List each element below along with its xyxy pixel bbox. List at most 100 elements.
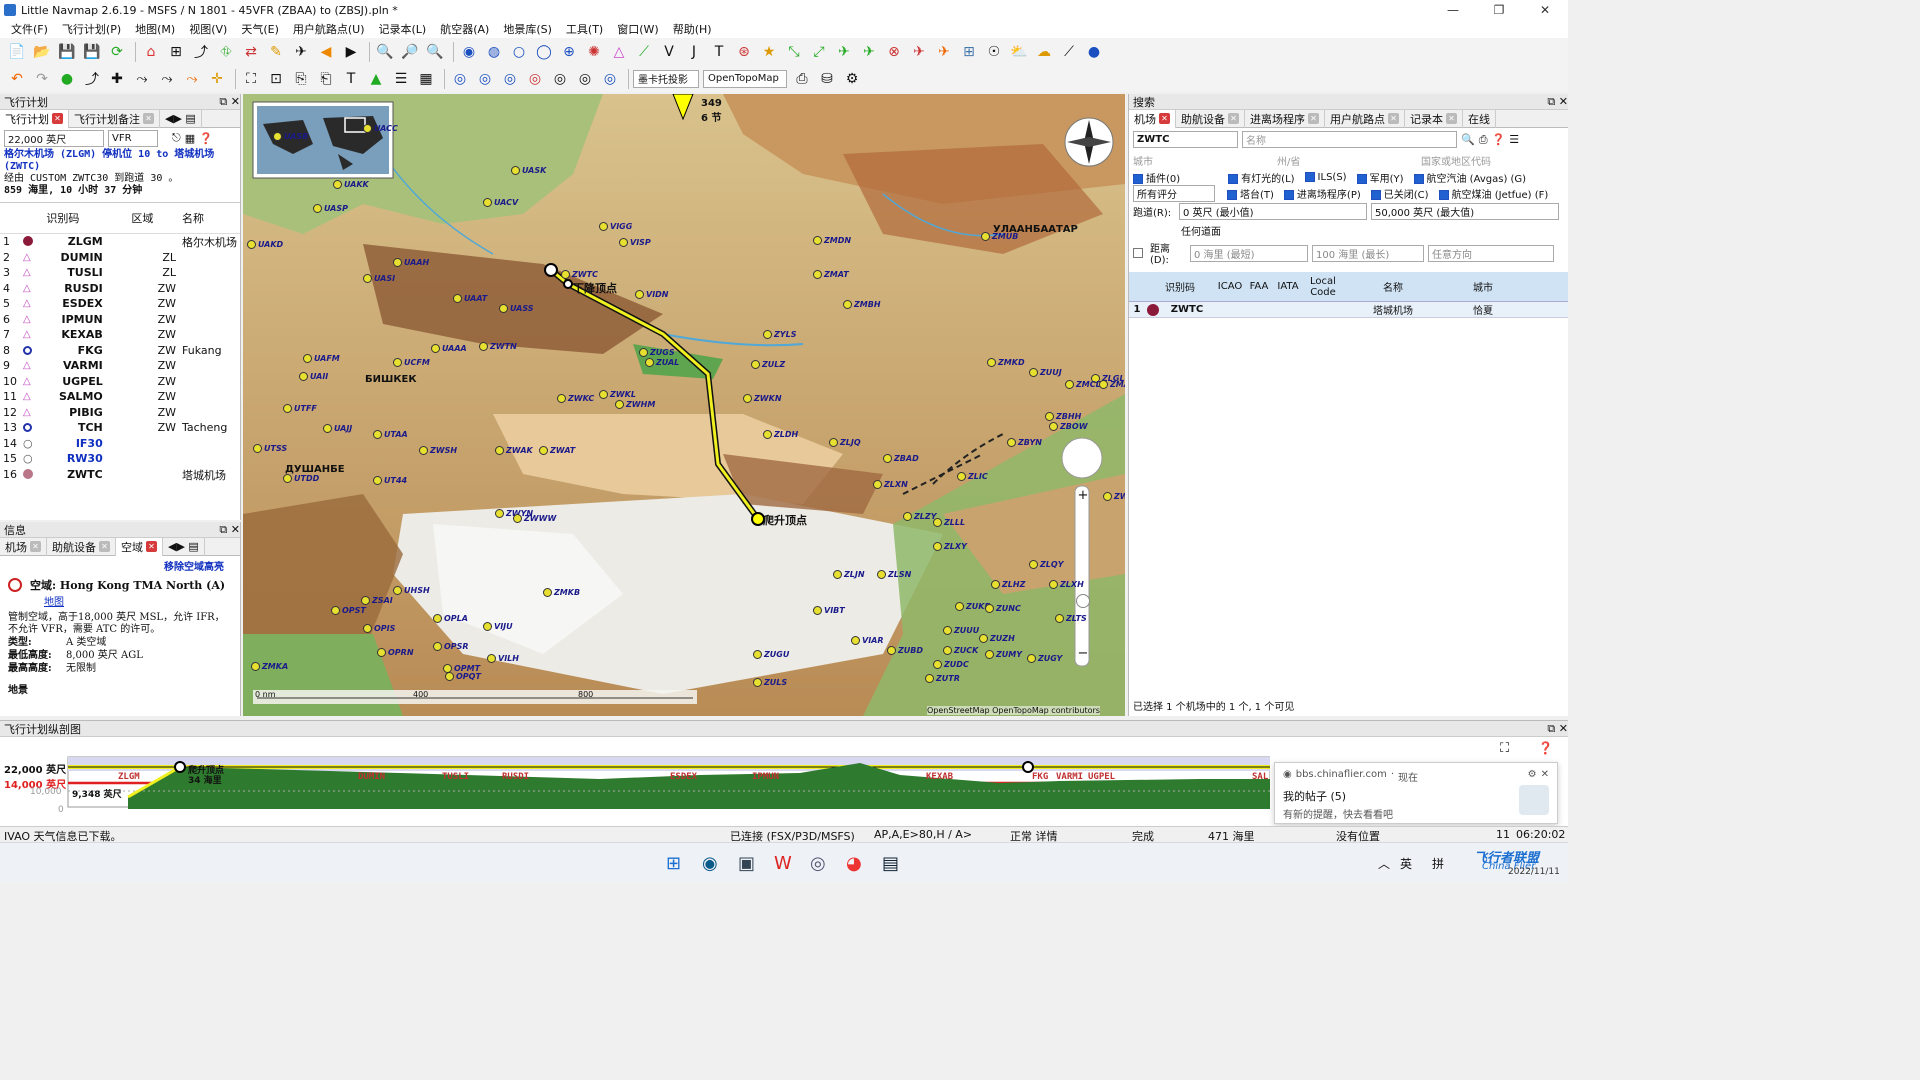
flightplan-row[interactable]: 5 △ ESDEX ZW xyxy=(0,296,240,312)
taskbar-navmap-icon[interactable]: ◎ xyxy=(810,853,826,874)
map-airport-label[interactable]: UAJJ xyxy=(323,424,352,433)
map-airport-label[interactable]: UAAH xyxy=(393,258,429,267)
map-airport-label[interactable]: ZUZH xyxy=(979,634,1015,643)
taskbar-app-2-icon[interactable]: ▣ xyxy=(738,853,755,874)
zoom-out-button[interactable]: − xyxy=(1076,646,1090,661)
map-airport-label[interactable]: UASP xyxy=(313,204,348,213)
nav-1-icon[interactable]: ◎ xyxy=(449,68,471,90)
panel-float-close-icon[interactable]: ⧉ ✕ xyxy=(219,95,240,109)
map-airport-label[interactable]: ZUNC xyxy=(985,604,1021,613)
map-airport-label[interactable]: OPLA xyxy=(433,614,468,623)
map-airport-label[interactable]: VIAR xyxy=(851,636,884,645)
menu-view[interactable]: 视图(V) xyxy=(182,21,234,37)
theme-select[interactable]: OpenTopoMap xyxy=(703,69,787,88)
profile-waypoint-label[interactable]: FKG xyxy=(1032,772,1048,782)
profile-waypoint-label[interactable]: KEXAB xyxy=(926,772,953,782)
menu-tools[interactable]: 工具(T) xyxy=(559,21,610,37)
cruise-altitude-input[interactable]: 22,000 英尺 xyxy=(4,129,104,147)
profile-waypoint-label[interactable]: ESDEX xyxy=(670,772,697,782)
waypoint-show-icon[interactable]: △ xyxy=(608,41,630,63)
home-icon[interactable]: ⌂ xyxy=(140,41,162,63)
menu-help[interactable]: 帮助(H) xyxy=(666,21,719,37)
search-filter-icon[interactable]: ⎙ xyxy=(1479,133,1488,147)
missed-approach-icon[interactable]: ⤢ xyxy=(808,41,830,63)
tab-flightplan-notes[interactable]: 飞行计划备注 ✕ xyxy=(69,109,160,128)
grid-icon[interactable]: ⊞ xyxy=(958,41,980,63)
map-airport-label[interactable]: ZLJN xyxy=(833,570,865,579)
flightplan-row[interactable]: 12 △ PIBIG ZW xyxy=(0,405,240,421)
map-airport-label[interactable]: UT44 xyxy=(373,476,407,485)
map-airport-label[interactable]: UASK xyxy=(511,166,546,175)
map-airport-label[interactable]: ZUGY xyxy=(1027,654,1062,663)
search-result-row[interactable]: 1 ZWTC 塔城机场 恰夏 xyxy=(1129,302,1568,318)
map-airport-label[interactable]: ZWTC xyxy=(561,270,598,279)
map-airport-label[interactable]: ZUBD xyxy=(887,646,923,655)
profile-waypoint-label[interactable]: IPMUN xyxy=(752,772,779,782)
map-airport-label[interactable]: ZULS xyxy=(753,678,787,687)
menu-file[interactable]: 文件(F) xyxy=(4,21,55,37)
jet-airway-icon[interactable]: J xyxy=(683,41,705,63)
map-airport-label[interactable]: UASI xyxy=(363,274,395,283)
victor-airway-icon[interactable]: V xyxy=(658,41,680,63)
redo-icon[interactable]: ↷ xyxy=(31,68,53,90)
map-airport-label[interactable]: ZUUJ xyxy=(1029,368,1062,377)
tab-info-more-icon[interactable]: ◀▶ ▤ xyxy=(163,537,205,556)
menu-flightplan[interactable]: 飞行计划(P) xyxy=(55,21,128,37)
user-point-icon[interactable]: ⊛ xyxy=(733,41,755,63)
filter-procedures[interactable]: 进离场程序(P) xyxy=(1283,186,1361,201)
copy-icon[interactable]: ⎘ xyxy=(290,68,312,90)
map-airport-label[interactable]: UTAA xyxy=(373,430,408,439)
map-airport-label[interactable]: UAKD xyxy=(247,240,283,249)
map-airport-label[interactable]: OPSR xyxy=(433,642,469,651)
map-airport-label[interactable]: ZLSN xyxy=(877,570,911,579)
search-help-icon[interactable]: ❓ xyxy=(1492,133,1506,146)
map-airport-label[interactable]: UHSH xyxy=(393,586,430,595)
tab-search-userpoint[interactable]: 用户航路点 ✕ xyxy=(1325,109,1405,128)
fullscreen-icon[interactable]: ⛶ xyxy=(240,68,262,90)
globe-icon[interactable]: ● xyxy=(1083,41,1105,63)
text-icon[interactable]: T xyxy=(340,68,362,90)
cross-icon[interactable]: ✛ xyxy=(206,68,228,90)
map-airport-label[interactable]: OPRN xyxy=(377,648,414,657)
map-icon[interactable]: ▦ xyxy=(415,68,437,90)
layers-icon[interactable]: ☰ xyxy=(390,68,412,90)
map-airport-label[interactable]: ZWAK xyxy=(495,446,533,455)
nav-7-icon[interactable]: ◎ xyxy=(599,68,621,90)
tab-info-airport[interactable]: 机场 ✕ xyxy=(0,537,47,556)
menu-window[interactable]: 窗口(W) xyxy=(610,21,665,37)
nav-2-icon[interactable]: ◎ xyxy=(474,68,496,90)
close-window-button[interactable]: ✕ xyxy=(1522,3,1568,17)
profile-waypoint-label[interactable]: RUSDI xyxy=(502,772,529,782)
map-airport-label[interactable]: VIJU xyxy=(483,622,513,631)
map-airport-label[interactable]: ZLIC xyxy=(957,472,988,481)
menu-logbook[interactable]: 记录本(L) xyxy=(372,21,434,37)
table-settings-icon[interactable]: ▦ xyxy=(185,132,195,145)
profile-close-icon[interactable]: ⧉ ✕ xyxy=(1547,722,1568,736)
map-airport-label[interactable]: ZYLS xyxy=(763,330,796,339)
menu-userpoints[interactable]: 用户航路点(U) xyxy=(286,21,372,37)
star-icon[interactable]: ★ xyxy=(758,41,780,63)
search-menu-icon[interactable]: ☰ xyxy=(1509,133,1519,146)
profile-waypoint-label[interactable]: UGPEL xyxy=(1088,772,1115,782)
map-airport-label[interactable]: UAAA xyxy=(431,344,467,353)
profile-waypoint-label[interactable]: ZLGM xyxy=(118,772,140,782)
country-input[interactable]: 国家或地区代码 xyxy=(1421,153,1491,168)
reverse-icon[interactable]: ⇄ xyxy=(240,41,262,63)
profile-waypoint-label[interactable]: SAL xyxy=(1252,772,1268,782)
ndb-show-icon[interactable]: ✺ xyxy=(583,41,605,63)
menu-scenery[interactable]: 地景库(S) xyxy=(496,21,559,37)
sun-icon[interactable]: ☉ xyxy=(983,41,1005,63)
map-airport-label[interactable]: ZUAL xyxy=(645,358,679,367)
tab-more-icon[interactable]: ◀▶ ▤ xyxy=(160,109,202,128)
flightplan-row[interactable]: 8 FKG ZW Fukang xyxy=(0,343,240,359)
col-search-icao[interactable]: ICAO xyxy=(1215,281,1245,292)
map-airport-label[interactable]: ZSAI xyxy=(361,596,393,605)
airspace-icon[interactable]: ☁ xyxy=(1033,41,1055,63)
map-airport-label[interactable]: OPIS xyxy=(363,624,395,633)
map-airport-label[interactable]: UAII xyxy=(299,372,328,381)
map-airport-label[interactable]: ZUGU xyxy=(753,650,789,659)
new-plan-icon[interactable]: 📄 xyxy=(6,41,28,63)
map-airport-label[interactable]: ZMUB xyxy=(981,232,1018,241)
map-airport-label[interactable]: ZWAT xyxy=(539,446,575,455)
add-waypoint-icon[interactable]: ✚ xyxy=(106,68,128,90)
